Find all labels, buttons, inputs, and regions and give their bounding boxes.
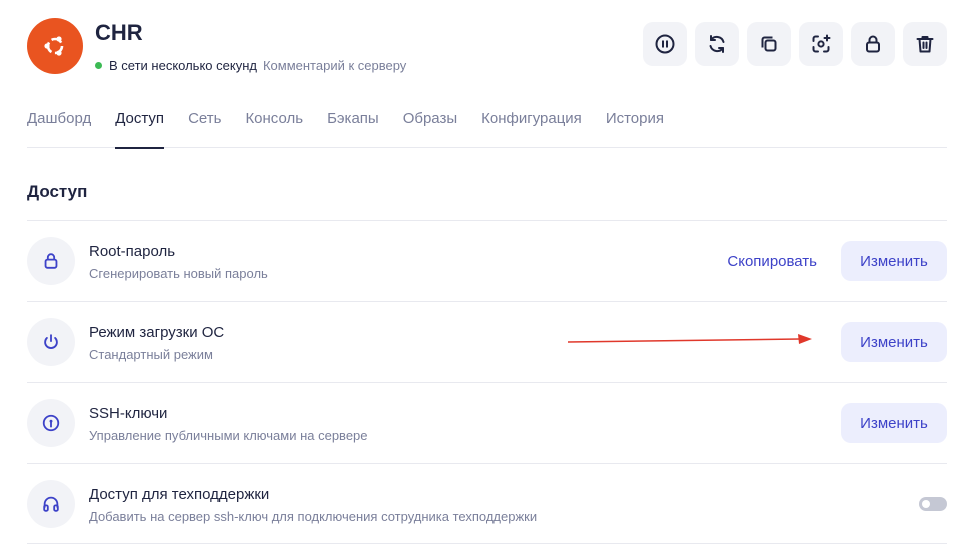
server-name: CHR [95, 20, 143, 45]
server-avatar [27, 18, 83, 74]
trash-icon [916, 36, 934, 53]
tab-console[interactable]: Консоль [245, 110, 303, 148]
key-icon [42, 414, 60, 432]
row-subtitle: Сгенерировать новый пароль [89, 266, 268, 281]
row-icon-container [27, 399, 75, 447]
status-text: В сети несколько секунд [109, 58, 257, 73]
tab-network[interactable]: Сеть [188, 110, 221, 148]
pause-icon [655, 34, 675, 54]
reboot-icon [709, 35, 725, 53]
server-toolbar [643, 22, 947, 66]
delete-button[interactable] [903, 22, 947, 66]
ssh-keys-row: SSH-ключи Управление публичными ключами … [27, 382, 947, 463]
row-actions: Скопировать Изменить [727, 241, 947, 281]
tab-dashboard[interactable]: Дашборд [27, 110, 91, 148]
row-title: Режим загрузки ОС [89, 324, 225, 341]
support-access-row: Доступ для техподдержки Добавить на серв… [27, 463, 947, 544]
annotation-arrow-icon [568, 334, 812, 344]
snapshot-icon [812, 34, 831, 53]
server-status: В сети несколько секунд Комментарий к се… [95, 58, 406, 73]
section-title: Доступ [27, 182, 88, 201]
pause-button[interactable] [643, 22, 687, 66]
row-title: Root-пароль [89, 243, 176, 260]
tab-access[interactable]: Доступ [115, 110, 164, 149]
row-actions: Изменить [841, 403, 947, 443]
power-icon [44, 334, 58, 349]
snapshot-button[interactable] [799, 22, 843, 66]
online-dot-icon [95, 62, 102, 69]
row-title: Доступ для техподдержки [89, 486, 270, 503]
row-icon-container [27, 237, 75, 285]
row-icon-container [27, 480, 75, 528]
clone-icon [761, 36, 777, 52]
row-subtitle: Добавить на сервер ssh-ключ для подключе… [89, 509, 538, 524]
reboot-button[interactable] [695, 22, 739, 66]
tab-configuration[interactable]: Конфигурация [481, 110, 582, 148]
clone-button[interactable] [747, 22, 791, 66]
server-tabs: Дашборд Доступ Сеть Консоль Бэкапы Образ… [27, 110, 947, 149]
row-subtitle: Управление публичными ключами на сервере [89, 428, 368, 443]
lock-button[interactable] [851, 22, 895, 66]
change-password-button[interactable]: Изменить [841, 241, 947, 281]
tab-history[interactable]: История [606, 110, 664, 148]
server-header: CHR В сети несколько секунд Комментарий … [27, 18, 947, 80]
ubuntu-logo-icon [44, 36, 64, 56]
row-subtitle: Стандартный режим [89, 347, 213, 362]
change-boot-mode-button[interactable]: Изменить [841, 322, 947, 362]
lock-icon [44, 253, 58, 269]
headphones-icon [43, 496, 59, 512]
server-comment-link[interactable]: Комментарий к серверу [263, 58, 406, 73]
lock-icon [866, 35, 880, 53]
root-password-row: Root-пароль Сгенерировать новый пароль С… [27, 220, 947, 301]
access-settings-list: Root-пароль Сгенерировать новый пароль С… [27, 220, 947, 544]
copy-password-button[interactable]: Скопировать [727, 253, 817, 270]
toggle-knob [922, 500, 930, 508]
row-title: SSH-ключи [89, 405, 168, 422]
row-icon-container [27, 318, 75, 366]
support-access-toggle[interactable] [919, 497, 947, 511]
tab-backups[interactable]: Бэкапы [327, 110, 379, 148]
change-ssh-keys-button[interactable]: Изменить [841, 403, 947, 443]
tab-images[interactable]: Образы [403, 110, 457, 148]
row-actions: Изменить [841, 322, 947, 362]
